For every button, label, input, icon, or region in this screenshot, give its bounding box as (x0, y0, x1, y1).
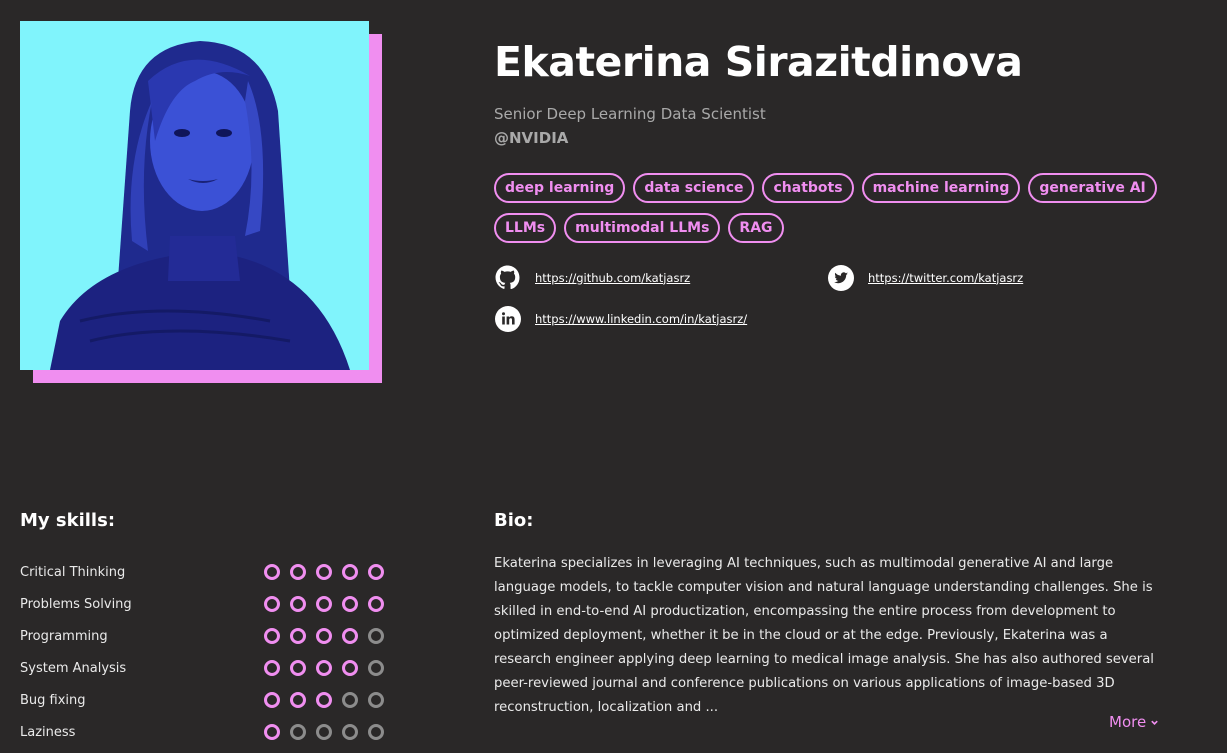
bio-text: Ekaterina specializes in leveraging AI t… (494, 556, 1154, 715)
skill-rating (264, 692, 384, 708)
skill-row: Critical Thinking (20, 556, 384, 588)
skill-row: System Analysis (20, 652, 384, 684)
bio-heading: Bio: (494, 510, 534, 531)
tag-chatbots[interactable]: chatbots (762, 173, 854, 203)
portrait-image (20, 21, 369, 370)
skill-name: Bug fixing (20, 692, 86, 708)
tag-generative-ai[interactable]: generative AI (1028, 173, 1157, 203)
rating-dot-filled (368, 564, 384, 580)
skill-name: Programming (20, 628, 108, 644)
skill-rating (264, 660, 384, 676)
skill-name: System Analysis (20, 660, 127, 676)
rating-dot-filled (290, 564, 306, 580)
rating-dot-empty (316, 724, 332, 740)
twitter-url[interactable]: https://twitter.com/katjasrz (868, 271, 1023, 285)
job-title: Senior Deep Learning Data Scientist (494, 105, 766, 123)
skill-name: Laziness (20, 724, 76, 740)
skill-name: Critical Thinking (20, 564, 126, 580)
rating-dot-filled (264, 596, 280, 612)
skill-rating (264, 564, 384, 580)
tag-list: deep learning data science chatbots mach… (494, 173, 1174, 243)
skills-heading: My skills: (20, 510, 116, 531)
rating-dot-filled (316, 628, 332, 644)
skill-name: Problems Solving (20, 596, 132, 612)
rating-dot-filled (316, 564, 332, 580)
rating-dot-empty (342, 724, 358, 740)
linkedin-icon[interactable] (494, 305, 521, 332)
profile-photo (20, 21, 382, 383)
github-url[interactable]: https://github.com/katjasrz (535, 271, 690, 285)
skill-rating (264, 724, 384, 740)
linkedin-url[interactable]: https://www.linkedin.com/in/katjasrz/ (535, 312, 747, 326)
skill-rating (264, 628, 384, 644)
skill-row: Programming (20, 620, 384, 652)
github-link-row: https://github.com/katjasrz (494, 264, 690, 291)
rating-dot-filled (264, 628, 280, 644)
linkedin-link-row: https://www.linkedin.com/in/katjasrz/ (494, 305, 747, 332)
rating-dot-filled (342, 628, 358, 644)
rating-dot-empty (368, 692, 384, 708)
chevron-down-icon (1150, 713, 1159, 731)
rating-dot-empty (290, 724, 306, 740)
more-label: More (1109, 713, 1147, 731)
tag-llms[interactable]: LLMs (494, 213, 557, 243)
rating-dot-empty (368, 724, 384, 740)
tag-machine-learning[interactable]: machine learning (861, 173, 1021, 203)
rating-dot-filled (290, 660, 306, 676)
rating-dot-filled (290, 692, 306, 708)
more-button[interactable]: More (1109, 713, 1159, 731)
rating-dot-filled (368, 596, 384, 612)
tag-rag[interactable]: RAG (728, 213, 784, 243)
rating-dot-filled (316, 692, 332, 708)
tag-multimodal-llms[interactable]: multimodal LLMs (564, 213, 721, 243)
skill-row: Problems Solving (20, 588, 384, 620)
github-icon[interactable] (494, 264, 521, 291)
twitter-icon[interactable] (827, 264, 854, 291)
skill-row: Bug fixing (20, 684, 384, 716)
rating-dot-filled (264, 724, 280, 740)
skill-rating (264, 596, 384, 612)
profile-name: Ekaterina Sirazitdinova (494, 38, 1023, 86)
rating-dot-filled (290, 628, 306, 644)
rating-dot-empty (368, 660, 384, 676)
rating-dot-empty (368, 628, 384, 644)
skill-row: Laziness (20, 716, 384, 748)
company-name: @NVIDIA (494, 129, 569, 147)
rating-dot-filled (316, 660, 332, 676)
tag-deep-learning[interactable]: deep learning (494, 173, 626, 203)
rating-dot-filled (342, 596, 358, 612)
rating-dot-filled (290, 596, 306, 612)
rating-dot-filled (264, 564, 280, 580)
rating-dot-empty (342, 692, 358, 708)
rating-dot-filled (264, 660, 280, 676)
tag-data-science[interactable]: data science (633, 173, 755, 203)
rating-dot-filled (316, 596, 332, 612)
twitter-link-row: https://twitter.com/katjasrz (827, 264, 1023, 291)
rating-dot-filled (264, 692, 280, 708)
skills-list: Critical Thinking Problems Solving Progr… (20, 556, 384, 748)
rating-dot-filled (342, 564, 358, 580)
rating-dot-filled (342, 660, 358, 676)
